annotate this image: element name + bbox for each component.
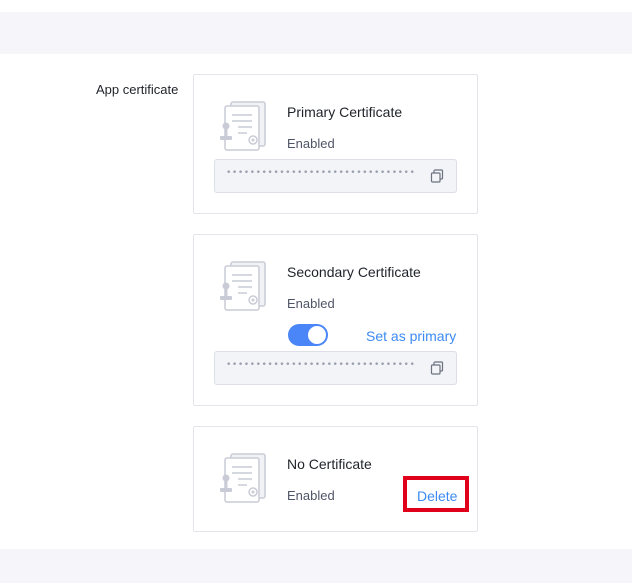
- secondary-certificate-card: Secondary Certificate Enabled Set as pri…: [193, 234, 478, 406]
- certificate-status: Enabled: [287, 488, 335, 503]
- delete-link[interactable]: Delete: [417, 488, 457, 504]
- certificate-title: No Certificate: [287, 456, 372, 472]
- copy-icon[interactable]: [430, 361, 444, 375]
- toggle-knob: [308, 326, 326, 344]
- primary-certificate-card: Primary Certificate Enabled ••••••••••••…: [193, 74, 478, 214]
- masked-secret: ••••••••••••••••••••••••••••••••: [226, 168, 416, 178]
- certificate-secret-field: ••••••••••••••••••••••••••••••••: [214, 351, 457, 385]
- copy-icon[interactable]: [430, 169, 444, 183]
- certificate-icon: [219, 260, 267, 312]
- certificate-status: Enabled: [287, 296, 335, 311]
- app-certificate-label: App certificate: [96, 82, 179, 97]
- certificate-icon: [219, 452, 267, 504]
- certificate-icon: [219, 100, 267, 152]
- enable-toggle[interactable]: [288, 324, 328, 346]
- masked-secret: ••••••••••••••••••••••••••••••••: [226, 360, 416, 370]
- set-as-primary-link[interactable]: Set as primary: [366, 328, 456, 344]
- certificate-title: Primary Certificate: [287, 104, 403, 120]
- bottom-band: [0, 549, 632, 583]
- certificate-title: Secondary Certificate: [287, 264, 421, 280]
- top-band: [0, 12, 632, 54]
- no-certificate-card: No Certificate Enabled Delete: [193, 426, 478, 532]
- certificate-status: Enabled: [287, 136, 335, 151]
- certificate-secret-field: ••••••••••••••••••••••••••••••••: [214, 159, 457, 193]
